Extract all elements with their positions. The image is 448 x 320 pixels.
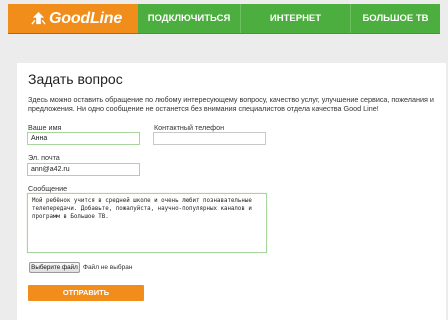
submit-button[interactable]: ОТПРАВИТЬ [28, 285, 144, 301]
nav-item-big-tv[interactable]: БОЛЬШОЕ ТВ [351, 4, 440, 33]
choose-file-button[interactable]: Выберите файл [29, 262, 80, 273]
goodline-logo[interactable]: GoodLine [8, 4, 138, 33]
message-label: Сообщение [28, 184, 68, 193]
logo-wordmark: GoodLine [49, 9, 123, 27]
top-navigation-bar: GoodLine ПОДКЛЮЧИТЬСЯ ИНТЕРНЕТ БОЛЬШОЕ Т… [8, 4, 440, 34]
email-label: Эл. почта [28, 153, 60, 162]
phone-label: Контактный телефон [154, 123, 225, 132]
nav-item-connect[interactable]: ПОДКЛЮЧИТЬСЯ [138, 4, 240, 33]
arrow-burst-icon [31, 11, 46, 25]
form-intro-text: Здесь можно оставить обращение по любому… [28, 95, 434, 113]
phone-field[interactable] [153, 132, 266, 145]
email-field[interactable] [27, 163, 140, 176]
question-form-panel: Задать вопрос Здесь можно оставить обращ… [17, 63, 446, 320]
file-status-text: Файл не выбран [83, 264, 133, 271]
name-label: Ваше имя [28, 123, 62, 132]
name-field[interactable] [27, 132, 140, 145]
page-title: Задать вопрос [28, 71, 123, 87]
nav-item-internet[interactable]: ИНТЕРНЕТ [241, 4, 350, 33]
message-textarea[interactable]: Мой ребёнок учится в средней школе и оче… [27, 193, 267, 253]
